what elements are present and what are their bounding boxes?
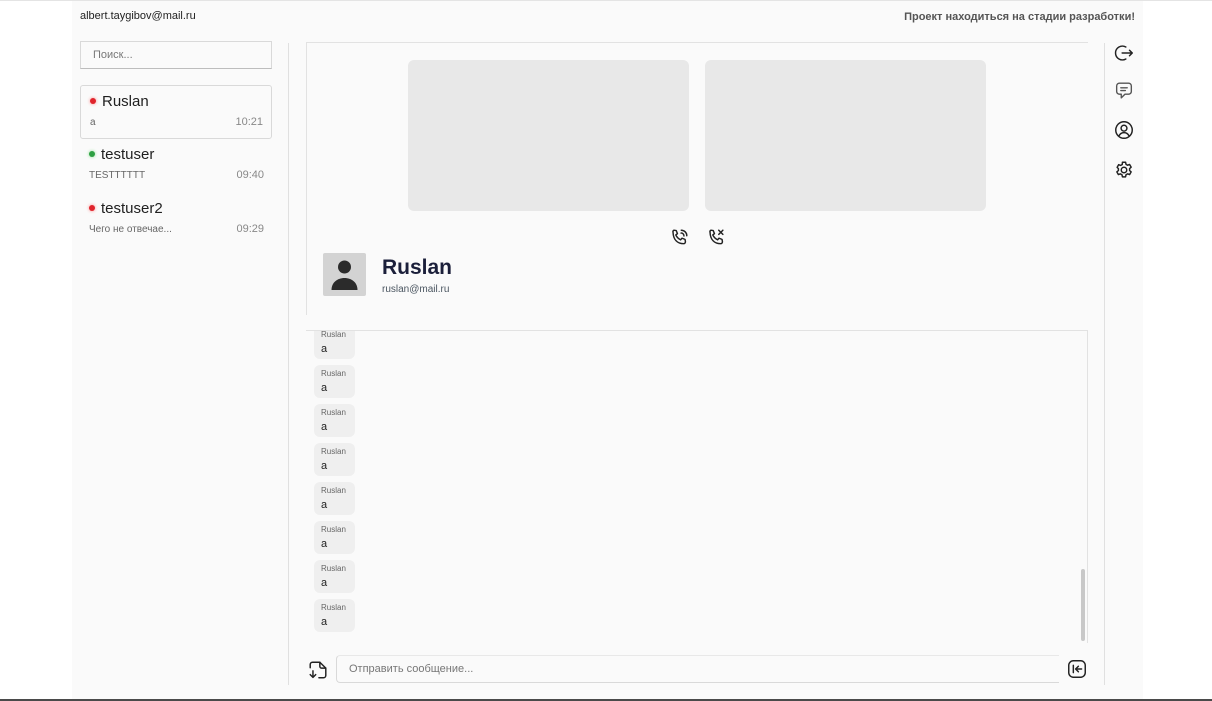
contact-last-message: a xyxy=(90,117,96,128)
message-bubble: Ruslan a xyxy=(314,599,355,632)
messages-scrollbar[interactable] xyxy=(1081,569,1085,641)
message-text: a xyxy=(321,577,328,589)
contact-name: testuser2 xyxy=(101,200,163,217)
status-dot xyxy=(89,151,95,157)
message-input[interactable] xyxy=(336,655,1059,683)
icon-column-divider xyxy=(1104,43,1105,685)
message-bubble: Ruslan a xyxy=(314,404,355,437)
message-author: Ruslan xyxy=(321,525,346,534)
status-dot xyxy=(90,98,96,104)
development-notice: Проект находиться на стадии разработки! xyxy=(904,11,1135,23)
current-user-email: albert.taygibov@mail.ru xyxy=(80,10,196,22)
phone-hangup-icon[interactable] xyxy=(705,227,727,249)
message-author: Ruslan xyxy=(321,564,346,573)
sidebar-divider xyxy=(288,43,289,685)
message-text: a xyxy=(321,343,328,355)
message-bubble: Ruslan a xyxy=(314,560,355,593)
message-stack: Ruslan a Ruslan a Ruslan a Ruslan a Ruslan a … xyxy=(314,330,355,638)
search-input[interactable] xyxy=(80,41,272,69)
contact-last-message: TESTTTTTT xyxy=(89,170,146,181)
chat-icon[interactable] xyxy=(1113,80,1135,102)
message-bubble: Ruslan a xyxy=(314,443,355,476)
peer-name: Ruslan xyxy=(382,256,453,279)
message-bubble: Ruslan a xyxy=(314,482,355,515)
message-text: a xyxy=(321,460,328,472)
message-author: Ruslan xyxy=(321,408,346,417)
contact-item-testuser2[interactable]: testuser2 Чего не отвечае... 09:29 xyxy=(80,193,272,247)
message-author: Ruslan xyxy=(321,603,346,612)
contact-time: 09:29 xyxy=(236,223,264,235)
peer-email: ruslan@mail.ru xyxy=(382,284,450,295)
message-text: a xyxy=(321,499,328,511)
remote-video xyxy=(408,60,689,211)
message-author: Ruslan xyxy=(321,330,346,339)
contact-name: testuser xyxy=(101,146,155,163)
contact-name: Ruslan xyxy=(102,93,149,110)
contact-last-message: Чего не отвечае... xyxy=(89,224,172,235)
local-video xyxy=(705,60,986,211)
contact-item-ruslan[interactable]: Ruslan a 10:21 xyxy=(80,85,272,139)
message-bubble: Ruslan a xyxy=(314,330,355,359)
contact-time: 10:21 xyxy=(235,116,263,128)
contact-item-testuser[interactable]: testuser TESTTTTTT 09:40 xyxy=(80,139,272,193)
message-text: a xyxy=(321,421,328,433)
message-text: a xyxy=(321,382,328,394)
contact-time: 09:40 xyxy=(236,169,264,181)
message-bubble: Ruslan a xyxy=(314,365,355,398)
logout-icon[interactable] xyxy=(1113,42,1135,64)
user-silhouette-icon xyxy=(331,260,358,290)
profile-icon[interactable] xyxy=(1113,119,1135,141)
settings-icon[interactable] xyxy=(1113,159,1135,181)
avatar xyxy=(323,253,366,296)
send-icon[interactable] xyxy=(1066,658,1088,680)
call-panel: Ruslan ruslan@mail.ru xyxy=(306,42,1088,315)
message-text: a xyxy=(321,538,328,550)
message-bubble: Ruslan a xyxy=(314,521,355,554)
message-author: Ruslan xyxy=(321,447,346,456)
messenger-app: albert.taygibov@mail.ru Проект находитьс… xyxy=(72,1,1143,699)
contact-list: Ruslan a 10:21 testuser TESTTTTTT 09:40 … xyxy=(80,85,272,247)
message-text: a xyxy=(321,616,328,628)
attach-file-icon[interactable] xyxy=(307,659,329,681)
status-dot xyxy=(89,205,95,211)
phone-ringing-icon[interactable] xyxy=(668,227,690,249)
message-list: Ruslan a Ruslan a Ruslan a Ruslan a Ruslan a … xyxy=(306,330,1088,643)
message-author: Ruslan xyxy=(321,369,346,378)
message-author: Ruslan xyxy=(321,486,346,495)
